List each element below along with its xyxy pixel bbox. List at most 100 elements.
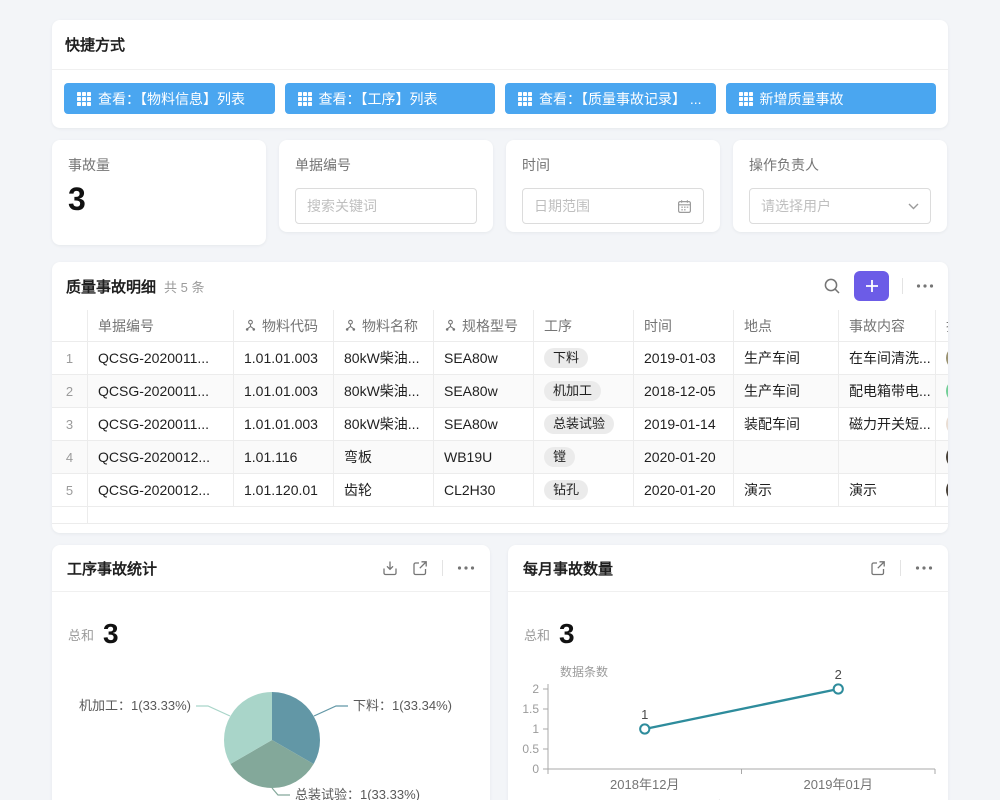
operator-select[interactable]: 请选择用户 [749,188,931,224]
place-cell: 生产车间 [734,375,839,407]
column-header[interactable]: 物料代码 [234,310,334,341]
operator-label: 操作负责人 [749,155,931,175]
pie-label-下料: 下料：1(33.34%) [353,698,452,713]
more-icon[interactable] [457,565,475,571]
column-header[interactable]: 地点 [734,310,839,341]
doc-number-filter-card: 单据编号 [279,140,493,232]
date-range-input[interactable] [522,188,704,224]
monthly-incident-chart-card: 每月事故数量 总 [508,545,948,800]
column-header-label: 单据编号 [98,316,154,336]
num-cell: 2 [52,375,88,407]
calendar-icon[interactable] [677,199,692,214]
table-row[interactable]: 5QCSG-2020012...1.01.120.01齿轮CL2H30钻孔202… [52,474,948,507]
process-cell: 镗 [534,441,634,473]
toolbar-divider [900,560,901,576]
process-tag: 机加工 [544,381,601,401]
shortcut-button-label: 查看：【工序】列表 [319,89,438,109]
table-row[interactable]: 3QCSG-2020011...1.01.01.00380kW柴油...SEA8… [52,408,948,441]
incident-count-card: 事故量 3 [52,140,266,245]
process-cell: 总装试验 [534,408,634,440]
pie-summary: 总和 3 [52,592,490,648]
content-cell: 磁力开关短... [839,408,936,440]
column-header-label: 操作负责人 [946,316,948,336]
date-cell: 2020-01-20 [634,441,734,473]
column-header-label: 规格型号 [462,316,518,336]
column-header[interactable]: 工序 [534,310,634,341]
num-cell: 5 [52,474,88,506]
operator-cell [936,375,948,407]
incident-count-label: 事故量 [68,155,250,175]
avatar [946,478,948,502]
model-cell: SEA80w [434,342,534,374]
date-cell: 2018-12-05 [634,375,734,407]
process-cell: 下料 [534,342,634,374]
code-cell: 1.01.01.003 [234,342,334,374]
operator-filter-card: 操作负责人 请选择用户 [733,140,947,232]
doc-number-label: 单据编号 [295,155,477,175]
y-tick-label: 2 [532,682,539,696]
date-range-field[interactable] [534,198,677,214]
toolbar-divider [902,278,903,294]
line-chart-title: 每月事故数量 [523,558,613,579]
operator-cell [936,441,948,473]
shortcut-button-label: 查看：【质量事故记录】 ... [539,89,702,109]
operator-cell [936,408,948,440]
data-point-label: 2 [835,667,842,682]
axes [548,684,935,769]
column-header[interactable]: 物料名称 [334,310,434,341]
time-filter-card: 时间 [506,140,720,232]
chevron-down-icon [908,203,919,210]
open-in-new-icon[interactable] [412,560,428,576]
y-tick-label: 0.5 [522,742,539,756]
pie-sum-value: 3 [103,620,119,648]
code-cell: 1.01.116 [234,441,334,473]
process-incident-chart-card: 工序事故统计 [52,545,490,800]
avatar [946,445,948,469]
shortcut-button-1[interactable]: 查看：【物料信息】列表 [64,83,275,114]
doc-cell: QCSG-2020011... [88,408,234,440]
doc-number-search-input[interactable] [295,188,477,224]
column-header[interactable]: 操作负责人 [936,310,948,341]
more-icon[interactable] [915,565,933,571]
process-tag: 镗 [544,447,575,467]
keyword-input[interactable] [307,198,465,214]
num-cell: 1 [52,342,88,374]
more-icon[interactable] [916,283,934,289]
code-cell: 1.01.01.003 [234,375,334,407]
pie-chart-title-row: 工序事故统计 [52,545,490,592]
pie-label-line [272,788,290,795]
x-tick-label: 2018年12月 [610,777,679,792]
name-cell: 弯板 [334,441,434,473]
table-row[interactable]: 1QCSG-2020011...1.01.01.00380kW柴油...SEA8… [52,342,948,375]
record-count: 共 5 条 [164,277,204,296]
download-icon[interactable] [382,560,398,576]
shortcut-button-4[interactable]: 新增质量事故 [726,83,937,114]
model-cell: SEA80w [434,375,534,407]
column-header[interactable]: 事故内容 [839,310,936,341]
line-chart-title-row: 每月事故数量 [508,545,948,592]
x-tick-label: 2019年01月 [804,777,873,792]
add-record-button[interactable] [854,271,889,301]
open-in-new-icon[interactable] [870,560,886,576]
avatar [946,412,948,436]
column-header[interactable] [52,310,88,341]
name-cell: 80kW柴油... [334,342,434,374]
column-header[interactable]: 单据编号 [88,310,234,341]
table-row[interactable]: 2QCSG-2020011...1.01.01.00380kW柴油...SEA8… [52,375,948,408]
table-row[interactable]: 4QCSG-2020012...1.01.116弯板WB19U镗2020-01-… [52,441,948,474]
column-header-label: 地点 [744,316,772,336]
app-grid-icon [77,92,91,106]
column-header[interactable]: 规格型号 [434,310,534,341]
shortcut-button-2[interactable]: 查看：【工序】列表 [285,83,496,114]
search-icon[interactable] [823,277,841,295]
line-summary: 总和 3 [508,592,948,648]
shortcut-button-3[interactable]: 查看：【质量事故记录】 ... [505,83,716,114]
name-cell: 80kW柴油... [334,408,434,440]
pie-sum-label: 总和 [68,625,94,648]
y-axis-label: 数据条数 [560,664,608,679]
column-header[interactable]: 时间 [634,310,734,341]
y-tick-label: 1.5 [522,702,539,716]
process-cell: 机加工 [534,375,634,407]
operator-cell [936,474,948,506]
date-cell: 2019-01-14 [634,408,734,440]
